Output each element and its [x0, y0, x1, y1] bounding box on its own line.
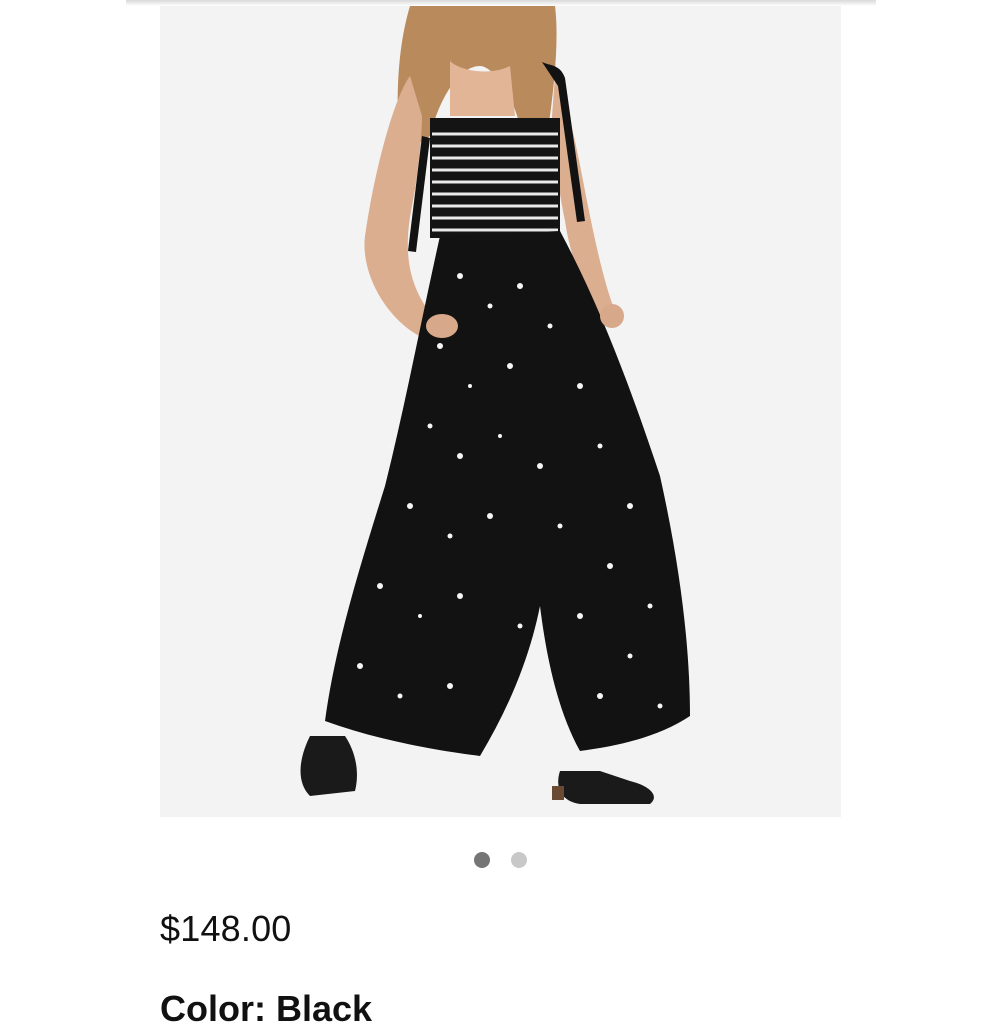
carousel-pagination — [0, 850, 1000, 870]
jumpsuit-photo — [160, 6, 841, 817]
product-price: $148.00 — [160, 908, 292, 949]
product-image[interactable] — [160, 6, 841, 817]
carousel-dot-1[interactable] — [474, 852, 490, 868]
product-color-label: Color: Black — [160, 988, 373, 1029]
carousel-dot-2[interactable] — [511, 852, 527, 868]
